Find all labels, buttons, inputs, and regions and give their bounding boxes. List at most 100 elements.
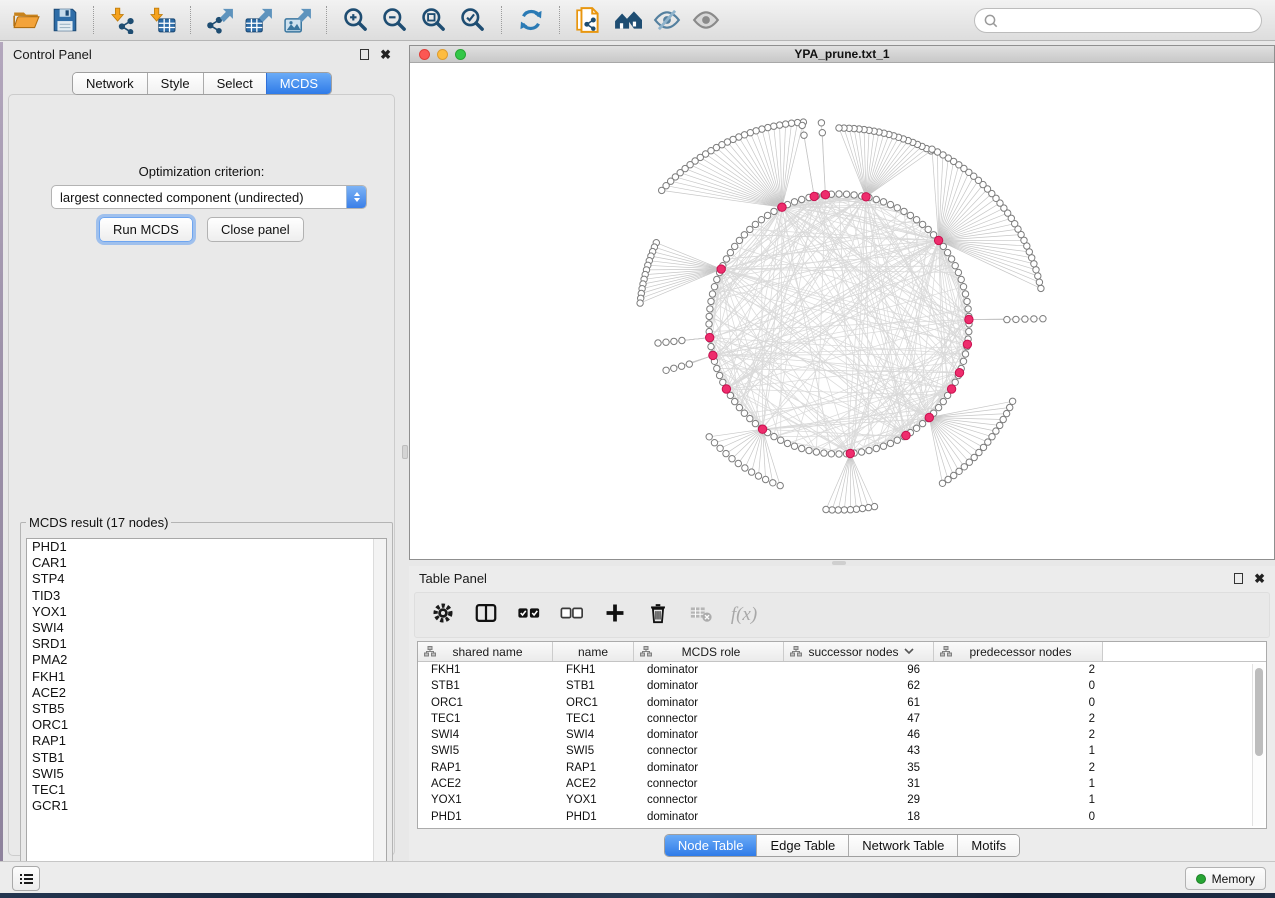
mcds-result-item[interactable]: RAP1 — [27, 733, 386, 749]
export-table-button[interactable] — [239, 3, 278, 37]
task-list-icon — [17, 870, 35, 888]
run-mcds-button[interactable]: Run MCDS — [99, 217, 193, 242]
tab-motifs[interactable]: Motifs — [957, 835, 1019, 856]
table-row[interactable]: FKH1FKH1dominator962 — [418, 662, 1266, 678]
table-row[interactable]: SWI5SWI5connector431 — [418, 743, 1266, 759]
mcds-result-item[interactable]: ACE2 — [27, 685, 386, 701]
mcds-result-item[interactable]: STB5 — [27, 701, 386, 717]
task-history-button[interactable] — [12, 866, 40, 891]
table-panel-title: Table Panel — [419, 571, 487, 586]
tab-mcds[interactable]: MCDS — [266, 73, 331, 94]
memory-status-icon — [1196, 874, 1206, 884]
close-table-panel-icon[interactable]: ✖ — [1254, 573, 1265, 584]
memory-button[interactable]: Memory — [1185, 867, 1266, 890]
hide-graphics-details-button[interactable] — [647, 3, 686, 37]
minimize-window-button[interactable] — [437, 49, 448, 60]
settings-button[interactable] — [429, 601, 457, 629]
mcds-result-item[interactable]: STB1 — [27, 750, 386, 766]
search-input[interactable] — [999, 11, 1261, 31]
delete-button[interactable] — [644, 601, 672, 629]
zoom-fit-button[interactable] — [414, 3, 453, 37]
horizontal-splitter-grip[interactable] — [832, 561, 846, 565]
zoom-selected-button[interactable] — [453, 3, 492, 37]
table-row[interactable]: TEC1TEC1connector472 — [418, 711, 1266, 727]
save-session-button[interactable] — [45, 3, 84, 37]
mcds-result-item[interactable]: ORC1 — [27, 717, 386, 733]
tab-select[interactable]: Select — [203, 73, 266, 94]
column-header-MCDS-role[interactable]: MCDS role — [634, 642, 784, 661]
float-panel-icon[interactable] — [360, 49, 369, 60]
show-graphics-details-button[interactable] — [686, 3, 725, 37]
network-overview-button[interactable] — [608, 3, 647, 37]
column-header-name[interactable]: name — [553, 642, 634, 661]
mcds-result-item[interactable]: TID3 — [27, 588, 386, 604]
mcds-result-item[interactable]: SWI5 — [27, 766, 386, 782]
close-window-button[interactable] — [419, 49, 430, 60]
dropdown-stepper-icon — [346, 186, 366, 208]
open-session-button[interactable] — [6, 3, 45, 37]
table-scrollbar-thumb[interactable] — [1255, 668, 1263, 756]
tab-node-table[interactable]: Node Table — [665, 835, 757, 856]
table-row[interactable]: ACE2ACE2connector311 — [418, 776, 1266, 792]
column-label: name — [578, 645, 608, 659]
float-table-panel-icon[interactable] — [1234, 573, 1243, 584]
tab-edge-table[interactable]: Edge Table — [756, 835, 848, 856]
table-cell: TEC1 — [418, 711, 553, 727]
toolbar-separator — [559, 6, 560, 34]
add-button[interactable] — [601, 601, 629, 629]
deselect-all-button[interactable] — [558, 601, 586, 629]
export-network-icon — [206, 6, 234, 34]
mcds-result-item[interactable]: YOX1 — [27, 604, 386, 620]
mcds-list-scrollbar[interactable] — [373, 539, 386, 883]
mcds-result-item[interactable]: PMA2 — [27, 652, 386, 668]
table-row[interactable]: ORC1ORC1dominator610 — [418, 695, 1266, 711]
table-row[interactable]: PHD1PHD1dominator180 — [418, 809, 1266, 825]
mcds-result-item[interactable]: STP4 — [27, 571, 386, 587]
close-panel-button[interactable]: Close panel — [207, 217, 304, 242]
column-header-successor-nodes[interactable]: successor nodes — [784, 642, 934, 661]
column-header-predecessor-nodes[interactable]: predecessor nodes — [934, 642, 1103, 661]
mcds-result-item[interactable]: SWI4 — [27, 620, 386, 636]
table-row[interactable]: YOX1YOX1connector291 — [418, 792, 1266, 808]
criterion-dropdown[interactable]: largest connected component (undirected) — [51, 185, 367, 209]
mcds-result-item[interactable]: CAR1 — [27, 555, 386, 571]
table-row[interactable]: SWI4SWI4dominator462 — [418, 727, 1266, 743]
vertical-splitter-grip[interactable] — [402, 445, 408, 459]
table-cell: connector — [634, 743, 784, 759]
vertical-splitter[interactable] — [401, 42, 409, 560]
export-network-button[interactable] — [200, 3, 239, 37]
mcds-result-item[interactable]: TEC1 — [27, 782, 386, 798]
network-from-file-button[interactable] — [569, 3, 608, 37]
network-window-titlebar[interactable]: YPA_prune.txt_1 — [410, 46, 1274, 63]
export-image-button[interactable] — [278, 3, 317, 37]
refresh-button[interactable] — [511, 3, 550, 37]
import-table-button[interactable] — [142, 3, 181, 37]
table-cell: 0 — [934, 678, 1103, 694]
export-image-icon — [284, 6, 312, 34]
tab-network[interactable]: Network — [73, 73, 147, 94]
tab-style[interactable]: Style — [147, 73, 203, 94]
zoom-window-button[interactable] — [455, 49, 466, 60]
mcds-result-item[interactable]: GCR1 — [27, 798, 386, 814]
search-box[interactable] — [974, 8, 1262, 33]
mcds-result-item[interactable]: PHD1 — [27, 539, 386, 555]
table-cell: 61 — [784, 695, 934, 711]
table-cell: SWI5 — [418, 743, 553, 759]
column-header-shared-name[interactable]: shared name — [418, 642, 553, 661]
table-cell: STB1 — [553, 678, 634, 694]
mcds-result-item[interactable]: SRD1 — [27, 636, 386, 652]
close-panel-icon[interactable]: ✖ — [380, 49, 391, 60]
mcds-result-item[interactable]: FKH1 — [27, 669, 386, 685]
column-label: predecessor nodes — [969, 645, 1071, 659]
table-row[interactable]: STB1STB1dominator620 — [418, 678, 1266, 694]
show-columns-button[interactable] — [472, 601, 500, 629]
zoom-in-button[interactable] — [336, 3, 375, 37]
import-network-button[interactable] — [103, 3, 142, 37]
table-row[interactable]: RAP1RAP1dominator352 — [418, 760, 1266, 776]
network-canvas[interactable] — [410, 64, 1274, 559]
table-cell: SWI4 — [553, 727, 634, 743]
zoom-out-button[interactable] — [375, 3, 414, 37]
select-all-button[interactable] — [515, 601, 543, 629]
tab-network-table[interactable]: Network Table — [848, 835, 957, 856]
table-scrollbar[interactable] — [1252, 664, 1264, 826]
